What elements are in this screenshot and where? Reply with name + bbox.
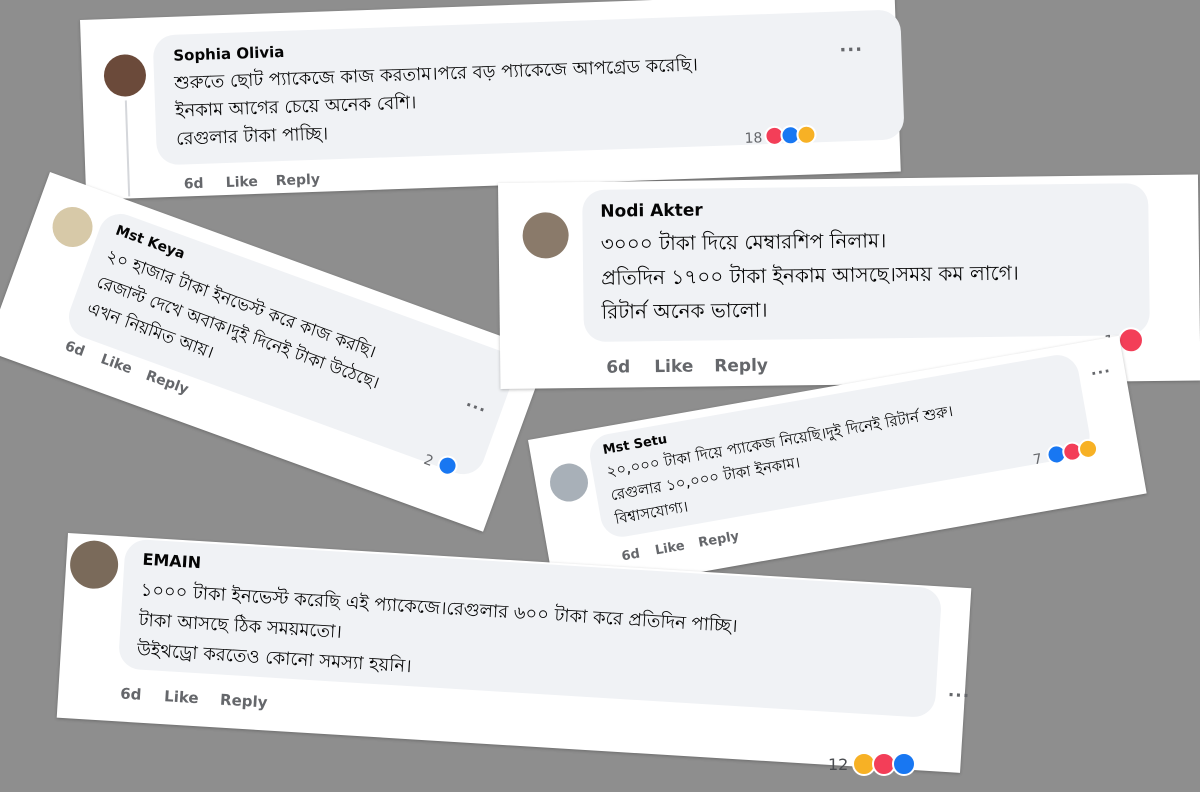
reaction-count[interactable]: 12 [828, 755, 848, 774]
like-button[interactable]: Like [654, 357, 693, 377]
reply-button[interactable]: Reply [697, 529, 740, 551]
comment-text-line: রিটার্ন অনেক ভালো। [601, 297, 768, 324]
comment-text-line: রেগুলার টাকা পাচ্ছি। [175, 123, 329, 150]
comment-author[interactable]: EMAIN [142, 550, 202, 573]
reply-button[interactable]: Reply [275, 172, 320, 190]
comment-author[interactable]: Sophia Olivia [173, 43, 285, 65]
like-icon [892, 752, 916, 776]
comment-time[interactable]: 6d [120, 685, 142, 704]
avatar[interactable] [546, 460, 592, 505]
more-options-button[interactable]: ... [947, 681, 971, 702]
comment-text-line: ৩০০০ টাকা দিয়ে মেম্বারশিপ নিলাম। [600, 228, 887, 256]
comment-author[interactable]: Nodi Akter [600, 201, 703, 222]
avatar[interactable] [103, 53, 147, 98]
reply-button[interactable]: Reply [220, 691, 268, 712]
avatar[interactable] [68, 539, 120, 591]
reaction-count[interactable]: 18 [744, 130, 762, 147]
comment-card: EMAIN ১০০০ টাকা ইনভেস্ট করেছি এই প্যাকেজ… [56, 533, 972, 773]
love-icon [1117, 327, 1145, 354]
comment-text-line: প্রতিদিন ১৭০০ টাকা ইনকাম আসছে।সময় কম লা… [601, 260, 1020, 290]
comment-bubble: Mst Keya ২০ হাজার টাকা ইনভেস্ট করে কাজ ক… [62, 207, 521, 481]
like-button[interactable]: Like [654, 539, 686, 559]
comment-time[interactable]: 6d [184, 176, 204, 193]
like-button[interactable]: Like [98, 351, 134, 377]
like-button[interactable]: Like [225, 174, 258, 191]
comment-time[interactable]: 6d [620, 546, 641, 564]
more-options-button[interactable]: ... [1089, 358, 1112, 379]
reply-button[interactable]: Reply [714, 356, 768, 377]
thread-line [124, 100, 131, 197]
comment-card: Sophia Olivia শুরুতে ছোট প্যাকেজে কাজ কর… [80, 0, 905, 200]
comment-time[interactable]: 6d [606, 357, 630, 377]
avatar[interactable] [46, 201, 99, 253]
avatar[interactable] [522, 212, 569, 259]
comment-card: Mst Keya ২০ হাজার টাকা ইনভেস্ট করে কাজ ক… [0, 172, 549, 532]
comment-bubble: Nodi Akter ৩০০০ টাকা দিয়ে মেম্বারশিপ নি… [582, 183, 1150, 342]
more-options-button[interactable]: ... [839, 35, 863, 57]
comment-time[interactable]: 6d [63, 338, 87, 360]
like-button[interactable]: Like [164, 687, 199, 707]
